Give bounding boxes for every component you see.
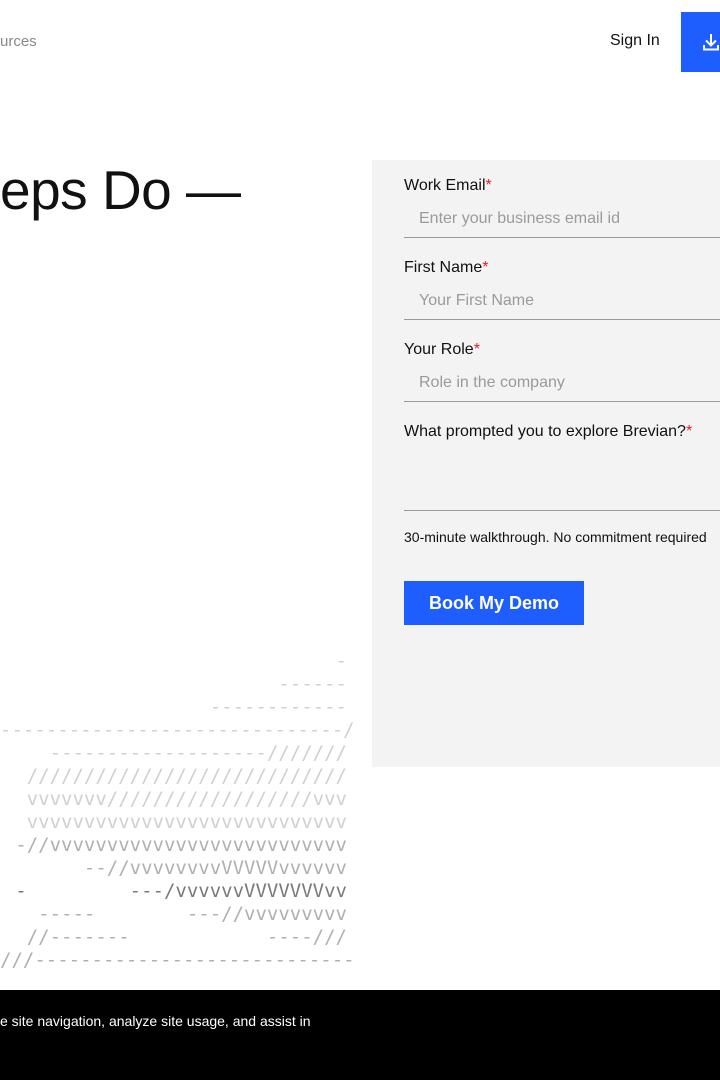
ascii-line: - [335,650,347,672]
hero-title: eps Do — [0,159,241,221]
download-icon [703,34,719,51]
ascii-art-decoration: - ------ ------------ ---------------------… [0,650,355,972]
ascii-line: ----- ---//vvvvvvvvv [38,903,347,925]
prompt-textarea[interactable] [404,448,720,511]
cookie-text: e site navigation, analyze site usage, a… [0,1013,311,1029]
ascii-line: vvvvvvv//////////////////vvv [26,788,347,810]
ascii-line: //------- ----/// [26,926,347,948]
book-demo-button[interactable]: Book My Demo [404,581,584,625]
ascii-line: ------------------------------/ [0,719,355,741]
ascii-line: -//vvvvvvvvvvvvvvvvvvvvvvvvvv [15,834,347,856]
role-input[interactable] [404,364,720,402]
ascii-line: //////////////////////////// [26,765,347,787]
ascii-line: ------------ [209,696,347,718]
sign-in-link[interactable]: Sign In [610,32,660,50]
ascii-line: - ---/vvvvvvVVVVVVVvv [15,880,347,902]
work-email-input[interactable] [404,200,720,238]
nav-item-resources[interactable]: urces [0,33,37,50]
work-email-label: Work Email* [404,177,492,194]
download-button[interactable] [681,12,720,72]
ascii-line: vvvvvvvvvvvvvvvvvvvvvvvvvvvv [26,811,347,833]
ascii-line: --//vvvvvvvvVVVVVvvvvvv [83,857,347,879]
first-name-label: First Name* [404,259,489,276]
ascii-line: ///---------------------------- [0,949,355,971]
ascii-line: -------------------/////// [49,742,347,764]
walkthrough-note: 30-minute walkthrough. No commitment req… [404,529,707,545]
cookie-banner: e site navigation, analyze site usage, a… [0,990,720,1080]
role-label: Your Role* [404,341,480,358]
prompt-label: What prompted you to explore Brevian?* [404,423,693,440]
first-name-input[interactable] [404,282,720,320]
ascii-line: ------ [278,673,347,695]
